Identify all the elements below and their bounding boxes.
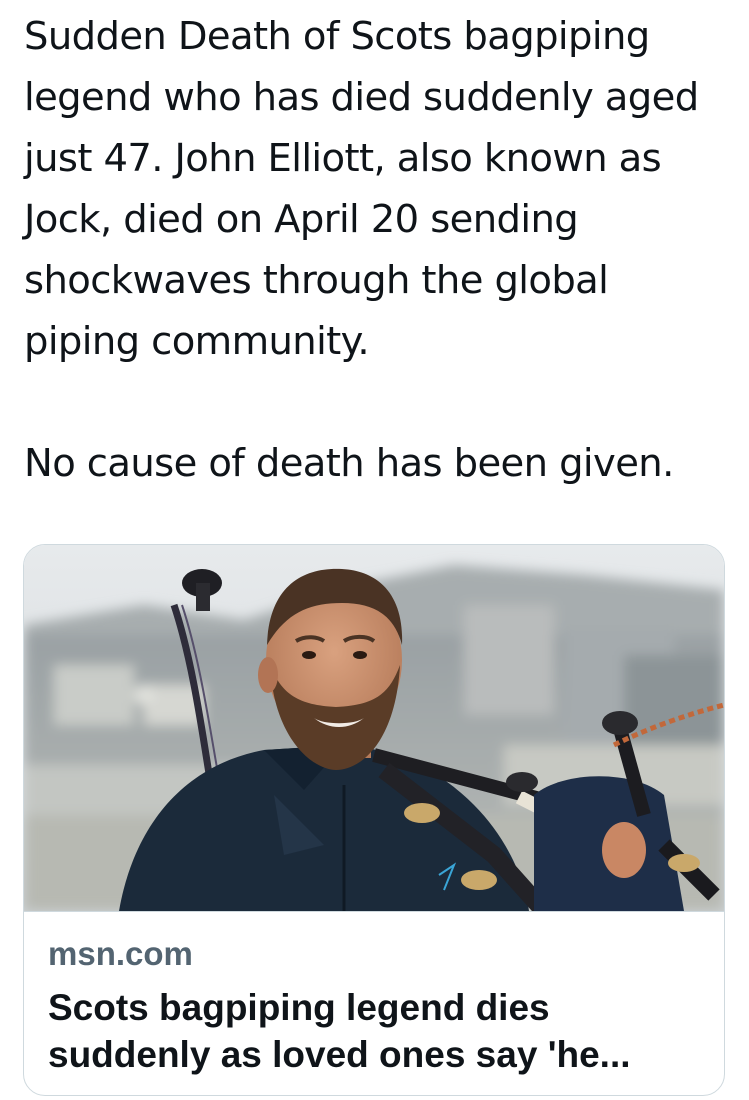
- tweet-paragraph: Sudden Death of Scots bagpiping legend w…: [24, 14, 699, 364]
- link-title[interactable]: Scots bagpiping legend dies suddenly as …: [48, 984, 708, 1078]
- tweet-text: Sudden Death of Scots bagpiping legend w…: [24, 6, 729, 494]
- tweet-paragraph: No cause of death has been given.: [24, 441, 674, 486]
- link-preview-card[interactable]: msn.com Scots bagpiping legend dies sudd…: [23, 544, 725, 1096]
- link-card-meta[interactable]: msn.com Scots bagpiping legend dies sudd…: [24, 911, 724, 1095]
- article-photo[interactable]: [24, 545, 724, 911]
- link-domain: msn.com: [48, 935, 193, 972]
